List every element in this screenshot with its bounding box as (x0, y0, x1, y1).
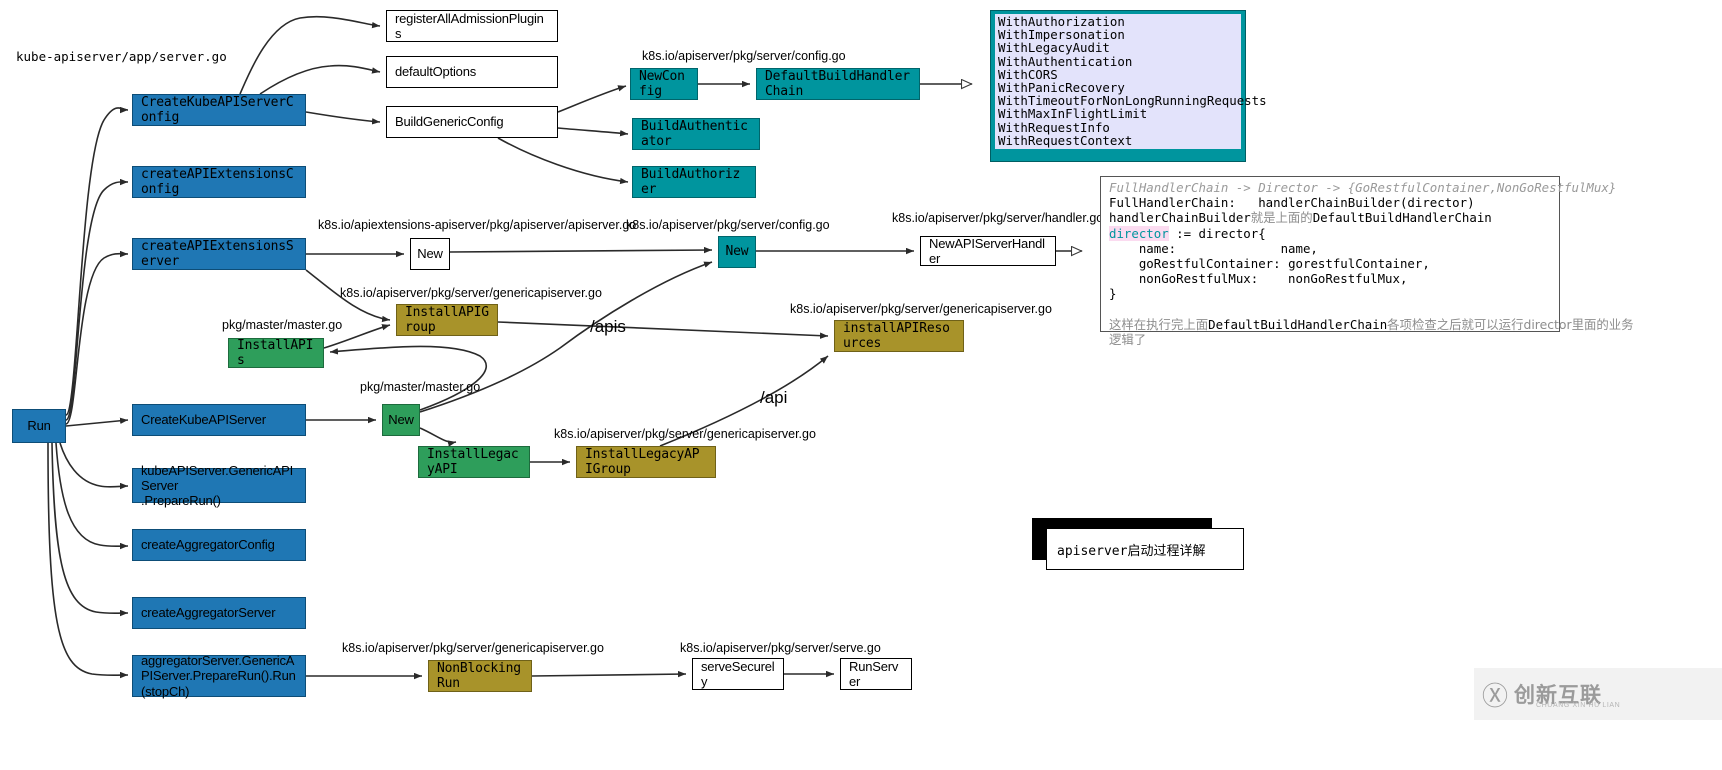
edge-label-lbl-handler-go: k8s.io/apiserver/pkg/server/handler.go (892, 211, 1104, 225)
code-line-5-key: name: (1138, 240, 1177, 256)
node-installAPIResources[interactable]: installAPIResources (834, 320, 964, 352)
code-line-8: } (1109, 286, 1117, 302)
node-run[interactable]: Run (12, 409, 66, 443)
node-buildAuthenticator[interactable]: BuildAuthenticator (632, 118, 760, 150)
node-installAPIGroup[interactable]: InstallAPIGroup (396, 304, 498, 336)
watermark-text-en: CHUANG XIN HU LIAN (1536, 702, 1621, 709)
code-line-5-value: name, (1280, 240, 1318, 256)
node-newServerConfig[interactable]: New (718, 236, 756, 268)
edge-label-lbl-master-1: pkg/master/master.go (222, 318, 343, 332)
chain-item-9: WithRequestContext (998, 132, 1133, 148)
node-defaultOptions[interactable]: defaultOptions (386, 56, 558, 88)
handler-chain-list: WithAuthorization WithImpersonation WithLe… (995, 14, 1267, 150)
edge-label-lbl-apiextensions: k8s.io/apiextensions-apiserver/pkg/apise… (318, 218, 637, 232)
node-createKubeAPIServerConfig[interactable]: CreateKubeAPIServerConfig (132, 94, 306, 126)
node-createKubeAPIServer[interactable]: CreateKubeAPIServer (132, 404, 306, 436)
node-registerAllAdmissionPlugins[interactable]: registerAllAdmissionPlugins (386, 10, 558, 42)
code-line-3-a: handlerChainBuilder (1109, 210, 1251, 226)
node-aggregatorPrepareRun[interactable]: aggregatorServer.GenericAPIServer.Prepar… (132, 653, 306, 699)
edge-label-lbl-config-go-mid: k8s.io/apiserver/pkg/server/config.go (626, 218, 830, 232)
title-callout: apiserver启动过程详解 (1032, 518, 1244, 570)
edge-label-lbl-api: /api (760, 388, 788, 407)
watermark-logo-icon: Ⓧ (1482, 681, 1509, 712)
edge-label-lbl-config-go-top: k8s.io/apiserver/pkg/server/config.go (642, 49, 846, 63)
edge-label-lbl-master-2: pkg/master/master.go (360, 380, 481, 394)
node-runServer[interactable]: RunServer (840, 658, 912, 690)
code-line-7-key: nonGoRestfulMux: (1138, 271, 1259, 287)
code-line-7-value: nonGoRestfulMux, (1288, 271, 1408, 287)
chain-item-8: WithRequestInfo (998, 119, 1110, 135)
node-installAPIs[interactable]: InstallAPIs (228, 338, 324, 368)
node-newAPIServerHandler[interactable]: NewAPIServerHandler (920, 236, 1056, 266)
code-line-1: FullHandlerChain -> Director -> {GoRestf… (1109, 180, 1617, 195)
edge-label-lbl-generic-3: k8s.io/apiserver/pkg/server/genericapise… (554, 427, 816, 441)
code-line-9-c: 各项检查之后就可以运行director里面的业务 (1387, 316, 1634, 332)
code-line-3-c: DefaultBuildHandlerChain (1312, 210, 1492, 226)
node-createAPIExtensionsServer[interactable]: createAPIExtensionsServer (132, 238, 306, 270)
callout-label: apiserver启动过程详解 (1057, 543, 1206, 559)
node-installLegacyAPI[interactable]: InstallLegacyAPI (418, 446, 530, 478)
node-newApiExtensions[interactable]: New (410, 238, 450, 270)
chain-item-2: WithLegacyAudit (998, 40, 1110, 56)
edge-label-lbl-generic-4: k8s.io/apiserver/pkg/server/genericapise… (342, 641, 604, 655)
node-createAPIExtensionsConfig[interactable]: createAPIExtensionsConfig (132, 166, 306, 198)
code-line-9-a: 这样在执行完上面 (1109, 316, 1209, 332)
code-line-4-rest: := director{ (1168, 225, 1266, 241)
node-buildGenericConfig[interactable]: BuildGenericConfig (386, 106, 558, 138)
director-code-note: FullHandlerChain -> Director -> {GoRestf… (1100, 176, 1634, 347)
node-prepareRun[interactable]: kubeAPIServer.GenericAPIServer .PrepareR… (132, 463, 306, 508)
node-nonBlockingRun[interactable]: NonBlockingRun (428, 660, 532, 692)
node-createAggregatorConfig[interactable]: createAggregatorConfig (132, 529, 306, 561)
watermark: Ⓧ 创新互联 CHUANG XIN HU LIAN (1474, 668, 1722, 720)
edge-label-lbl-apis: /apis (590, 317, 626, 336)
code-line-3-b: 就是上面的 (1250, 210, 1313, 226)
edge-label-lbl-server-go: kube-apiserver/app/server.go (16, 49, 227, 64)
node-newConfig[interactable]: NewConfig (630, 68, 698, 100)
code-line-10: 逻辑了 (1109, 332, 1147, 348)
node-createAggregatorServer[interactable]: createAggregatorServer (132, 597, 306, 629)
code-line-6-key: goRestfulContainer: (1138, 256, 1281, 272)
chain-item-7: WithMaxInFlightLimit (998, 106, 1148, 122)
node-installLegacyAPIGroup[interactable]: InstallLegacyAPIGroup (576, 446, 716, 478)
node-newMaster[interactable]: New (382, 404, 420, 436)
handler-chain-note: WithAuthorization WithImpersonation WithLe… (990, 10, 1267, 162)
edge-label-lbl-serve-go: k8s.io/apiserver/pkg/server/serve.go (680, 641, 881, 655)
code-line-2-key: FullHandlerChain: (1109, 195, 1236, 211)
code-line-9-b: DefaultBuildHandlerChain (1208, 316, 1388, 332)
node-serveSecurely[interactable]: serveSecurely (692, 658, 784, 690)
edge-label-lbl-generic-1: k8s.io/apiserver/pkg/server/genericapise… (340, 286, 602, 300)
code-line-2-value: handlerChainBuilder(director) (1258, 195, 1475, 211)
chain-item-3: WithAuthentication (998, 53, 1133, 69)
code-line-4-keyword: director (1109, 225, 1169, 241)
edge-label-lbl-generic-2: k8s.io/apiserver/pkg/server/genericapise… (790, 302, 1052, 316)
node-defaultBuildHandlerChain[interactable]: DefaultBuildHandlerChain (756, 68, 920, 100)
code-line-6-value: gorestfulContainer, (1288, 256, 1430, 272)
node-buildAuthorizer[interactable]: BuildAuthorizer (632, 166, 756, 198)
